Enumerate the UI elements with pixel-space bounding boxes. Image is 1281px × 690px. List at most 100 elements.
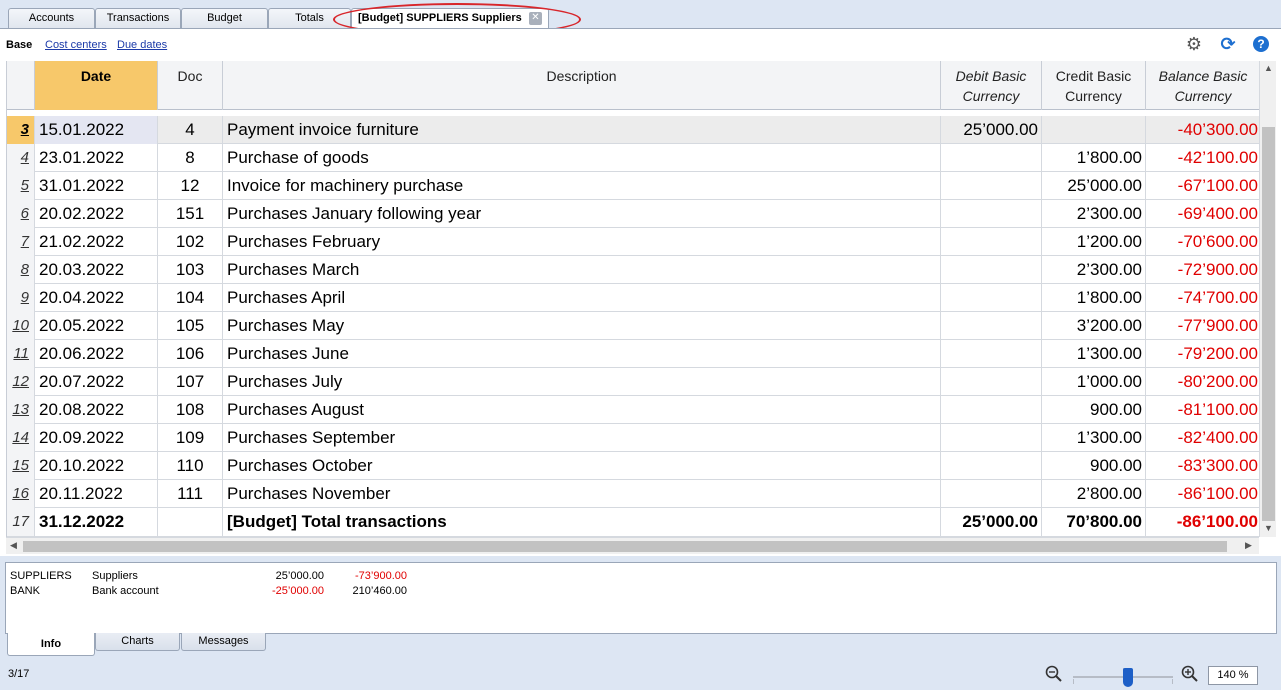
tab-info[interactable]: Info bbox=[7, 633, 95, 656]
cell-doc[interactable]: 105 bbox=[158, 312, 223, 340]
cell-date[interactable]: 20.05.2022 bbox=[35, 312, 158, 340]
cell-doc[interactable]: 8 bbox=[158, 144, 223, 172]
table-row[interactable]: 5 31.01.2022 12 Invoice for machinery pu… bbox=[7, 172, 1259, 200]
cell-description[interactable]: Purchase of goods bbox=[223, 144, 941, 172]
close-icon[interactable]: ✕ bbox=[529, 12, 542, 25]
column-header-credit[interactable]: Credit Basic Currency bbox=[1042, 61, 1146, 110]
scroll-up-icon[interactable]: ▲ bbox=[1264, 63, 1273, 73]
cell-debit[interactable] bbox=[941, 312, 1042, 340]
cell-description[interactable]: Invoice for machinery purchase bbox=[223, 172, 941, 200]
horizontal-scroll-thumb[interactable] bbox=[23, 541, 1227, 552]
cell-description[interactable]: Purchases March bbox=[223, 256, 941, 284]
cell-doc[interactable]: 102 bbox=[158, 228, 223, 256]
cell-debit[interactable] bbox=[941, 284, 1042, 312]
cell-credit[interactable]: 1’000.00 bbox=[1042, 368, 1146, 396]
cell-date[interactable]: 31.01.2022 bbox=[35, 172, 158, 200]
table-row[interactable]: 14 20.09.2022 109 Purchases September 1’… bbox=[7, 424, 1259, 452]
table-row[interactable]: 8 20.03.2022 103 Purchases March 2’300.0… bbox=[7, 256, 1259, 284]
cell-date[interactable]: 21.02.2022 bbox=[35, 228, 158, 256]
zoom-in-icon[interactable] bbox=[1181, 665, 1199, 683]
cell-date[interactable]: 20.06.2022 bbox=[35, 340, 158, 368]
cell-description[interactable]: Purchases February bbox=[223, 228, 941, 256]
table-row[interactable]: 9 20.04.2022 104 Purchases April 1’800.0… bbox=[7, 284, 1259, 312]
scroll-right-icon[interactable]: ▶ bbox=[1245, 540, 1252, 551]
cell-doc[interactable]: 109 bbox=[158, 424, 223, 452]
view-base[interactable]: Base bbox=[6, 39, 32, 51]
cell-debit[interactable]: 25’000.00 bbox=[941, 508, 1042, 536]
cell-credit[interactable]: 2’800.00 bbox=[1042, 480, 1146, 508]
cell-description[interactable]: Purchases May bbox=[223, 312, 941, 340]
column-header-debit[interactable]: Debit Basic Currency bbox=[941, 61, 1042, 110]
cell-debit[interactable] bbox=[941, 256, 1042, 284]
horizontal-scrollbar[interactable]: ◀ ▶ bbox=[6, 537, 1259, 554]
cell-description[interactable]: Purchases April bbox=[223, 284, 941, 312]
cell-description[interactable]: Purchases July bbox=[223, 368, 941, 396]
cell-date[interactable]: 23.01.2022 bbox=[35, 144, 158, 172]
tab-accounts[interactable]: Accounts bbox=[8, 8, 95, 28]
cell-date[interactable]: 20.04.2022 bbox=[35, 284, 158, 312]
cell-doc[interactable]: 110 bbox=[158, 452, 223, 480]
vertical-scroll-thumb[interactable] bbox=[1262, 127, 1275, 521]
tab-budget-suppliers[interactable]: [Budget] SUPPLIERS Suppliers ✕ bbox=[351, 8, 549, 29]
cell-credit[interactable]: 3’200.00 bbox=[1042, 312, 1146, 340]
cell-doc[interactable] bbox=[158, 508, 223, 536]
cell-doc[interactable]: 103 bbox=[158, 256, 223, 284]
cell-description[interactable]: Purchases September bbox=[223, 424, 941, 452]
cell-credit[interactable]: 2’300.00 bbox=[1042, 256, 1146, 284]
table-row[interactable]: 6 20.02.2022 151 Purchases January follo… bbox=[7, 200, 1259, 228]
tab-totals[interactable]: Totals bbox=[268, 8, 351, 28]
cell-doc[interactable]: 107 bbox=[158, 368, 223, 396]
cell-debit[interactable] bbox=[941, 200, 1042, 228]
cell-date[interactable]: 20.03.2022 bbox=[35, 256, 158, 284]
cell-description[interactable]: Purchases August bbox=[223, 396, 941, 424]
cell-credit[interactable]: 1’200.00 bbox=[1042, 228, 1146, 256]
column-header-balance[interactable]: Balance Basic Currency bbox=[1146, 61, 1259, 110]
cell-date[interactable]: 20.07.2022 bbox=[35, 368, 158, 396]
cell-debit[interactable] bbox=[941, 452, 1042, 480]
cell-credit[interactable] bbox=[1042, 116, 1146, 144]
cell-credit[interactable]: 70’800.00 bbox=[1042, 508, 1146, 536]
cell-debit[interactable] bbox=[941, 228, 1042, 256]
tab-transactions[interactable]: Transactions bbox=[95, 8, 181, 28]
cell-credit[interactable]: 1’800.00 bbox=[1042, 144, 1146, 172]
cell-date[interactable]: 31.12.2022 bbox=[35, 508, 158, 536]
cell-date[interactable]: 20.11.2022 bbox=[35, 480, 158, 508]
table-row[interactable]: 12 20.07.2022 107 Purchases July 1’000.0… bbox=[7, 368, 1259, 396]
table-row[interactable]: 4 23.01.2022 8 Purchase of goods 1’800.0… bbox=[7, 144, 1259, 172]
cell-credit[interactable]: 2’300.00 bbox=[1042, 200, 1146, 228]
zoom-out-icon[interactable] bbox=[1045, 665, 1063, 683]
cell-date[interactable]: 20.08.2022 bbox=[35, 396, 158, 424]
cell-doc[interactable]: 108 bbox=[158, 396, 223, 424]
cell-date[interactable]: 15.01.2022 bbox=[35, 116, 158, 144]
cell-description[interactable]: Purchases October bbox=[223, 452, 941, 480]
cell-date[interactable]: 20.10.2022 bbox=[35, 452, 158, 480]
cell-credit[interactable]: 1’300.00 bbox=[1042, 424, 1146, 452]
scroll-down-icon[interactable]: ▼ bbox=[1264, 523, 1273, 533]
table-row[interactable]: 16 20.11.2022 111 Purchases November 2’8… bbox=[7, 480, 1259, 508]
cell-debit[interactable] bbox=[941, 424, 1042, 452]
cell-credit[interactable]: 1’800.00 bbox=[1042, 284, 1146, 312]
cell-credit[interactable]: 900.00 bbox=[1042, 396, 1146, 424]
cell-date[interactable]: 20.09.2022 bbox=[35, 424, 158, 452]
total-row[interactable]: 17 31.12.2022 [Budget] Total transaction… bbox=[7, 508, 1259, 537]
cell-doc[interactable]: 104 bbox=[158, 284, 223, 312]
cell-debit[interactable] bbox=[941, 396, 1042, 424]
cell-debit[interactable] bbox=[941, 144, 1042, 172]
table-row[interactable]: 11 20.06.2022 106 Purchases June 1’300.0… bbox=[7, 340, 1259, 368]
table-row[interactable]: 10 20.05.2022 105 Purchases May 3’200.00… bbox=[7, 312, 1259, 340]
vertical-scrollbar[interactable]: ▲ ▼ bbox=[1259, 61, 1276, 537]
cell-doc[interactable]: 111 bbox=[158, 480, 223, 508]
view-due-dates[interactable]: Due dates bbox=[117, 39, 167, 51]
column-header-date[interactable]: Date bbox=[35, 61, 158, 110]
column-header-description[interactable]: Description bbox=[223, 61, 941, 110]
column-header-doc[interactable]: Doc bbox=[158, 61, 223, 110]
table-row[interactable]: 7 21.02.2022 102 Purchases February 1’20… bbox=[7, 228, 1259, 256]
view-cost-centers[interactable]: Cost centers bbox=[45, 39, 107, 51]
zoom-level-field[interactable]: 140 % bbox=[1208, 666, 1258, 685]
tab-budget[interactable]: Budget bbox=[181, 8, 268, 28]
cell-description[interactable]: Purchases June bbox=[223, 340, 941, 368]
cell-doc[interactable]: 4 bbox=[158, 116, 223, 144]
cell-debit[interactable] bbox=[941, 480, 1042, 508]
scroll-left-icon[interactable]: ◀ bbox=[10, 540, 17, 551]
cell-doc[interactable]: 106 bbox=[158, 340, 223, 368]
